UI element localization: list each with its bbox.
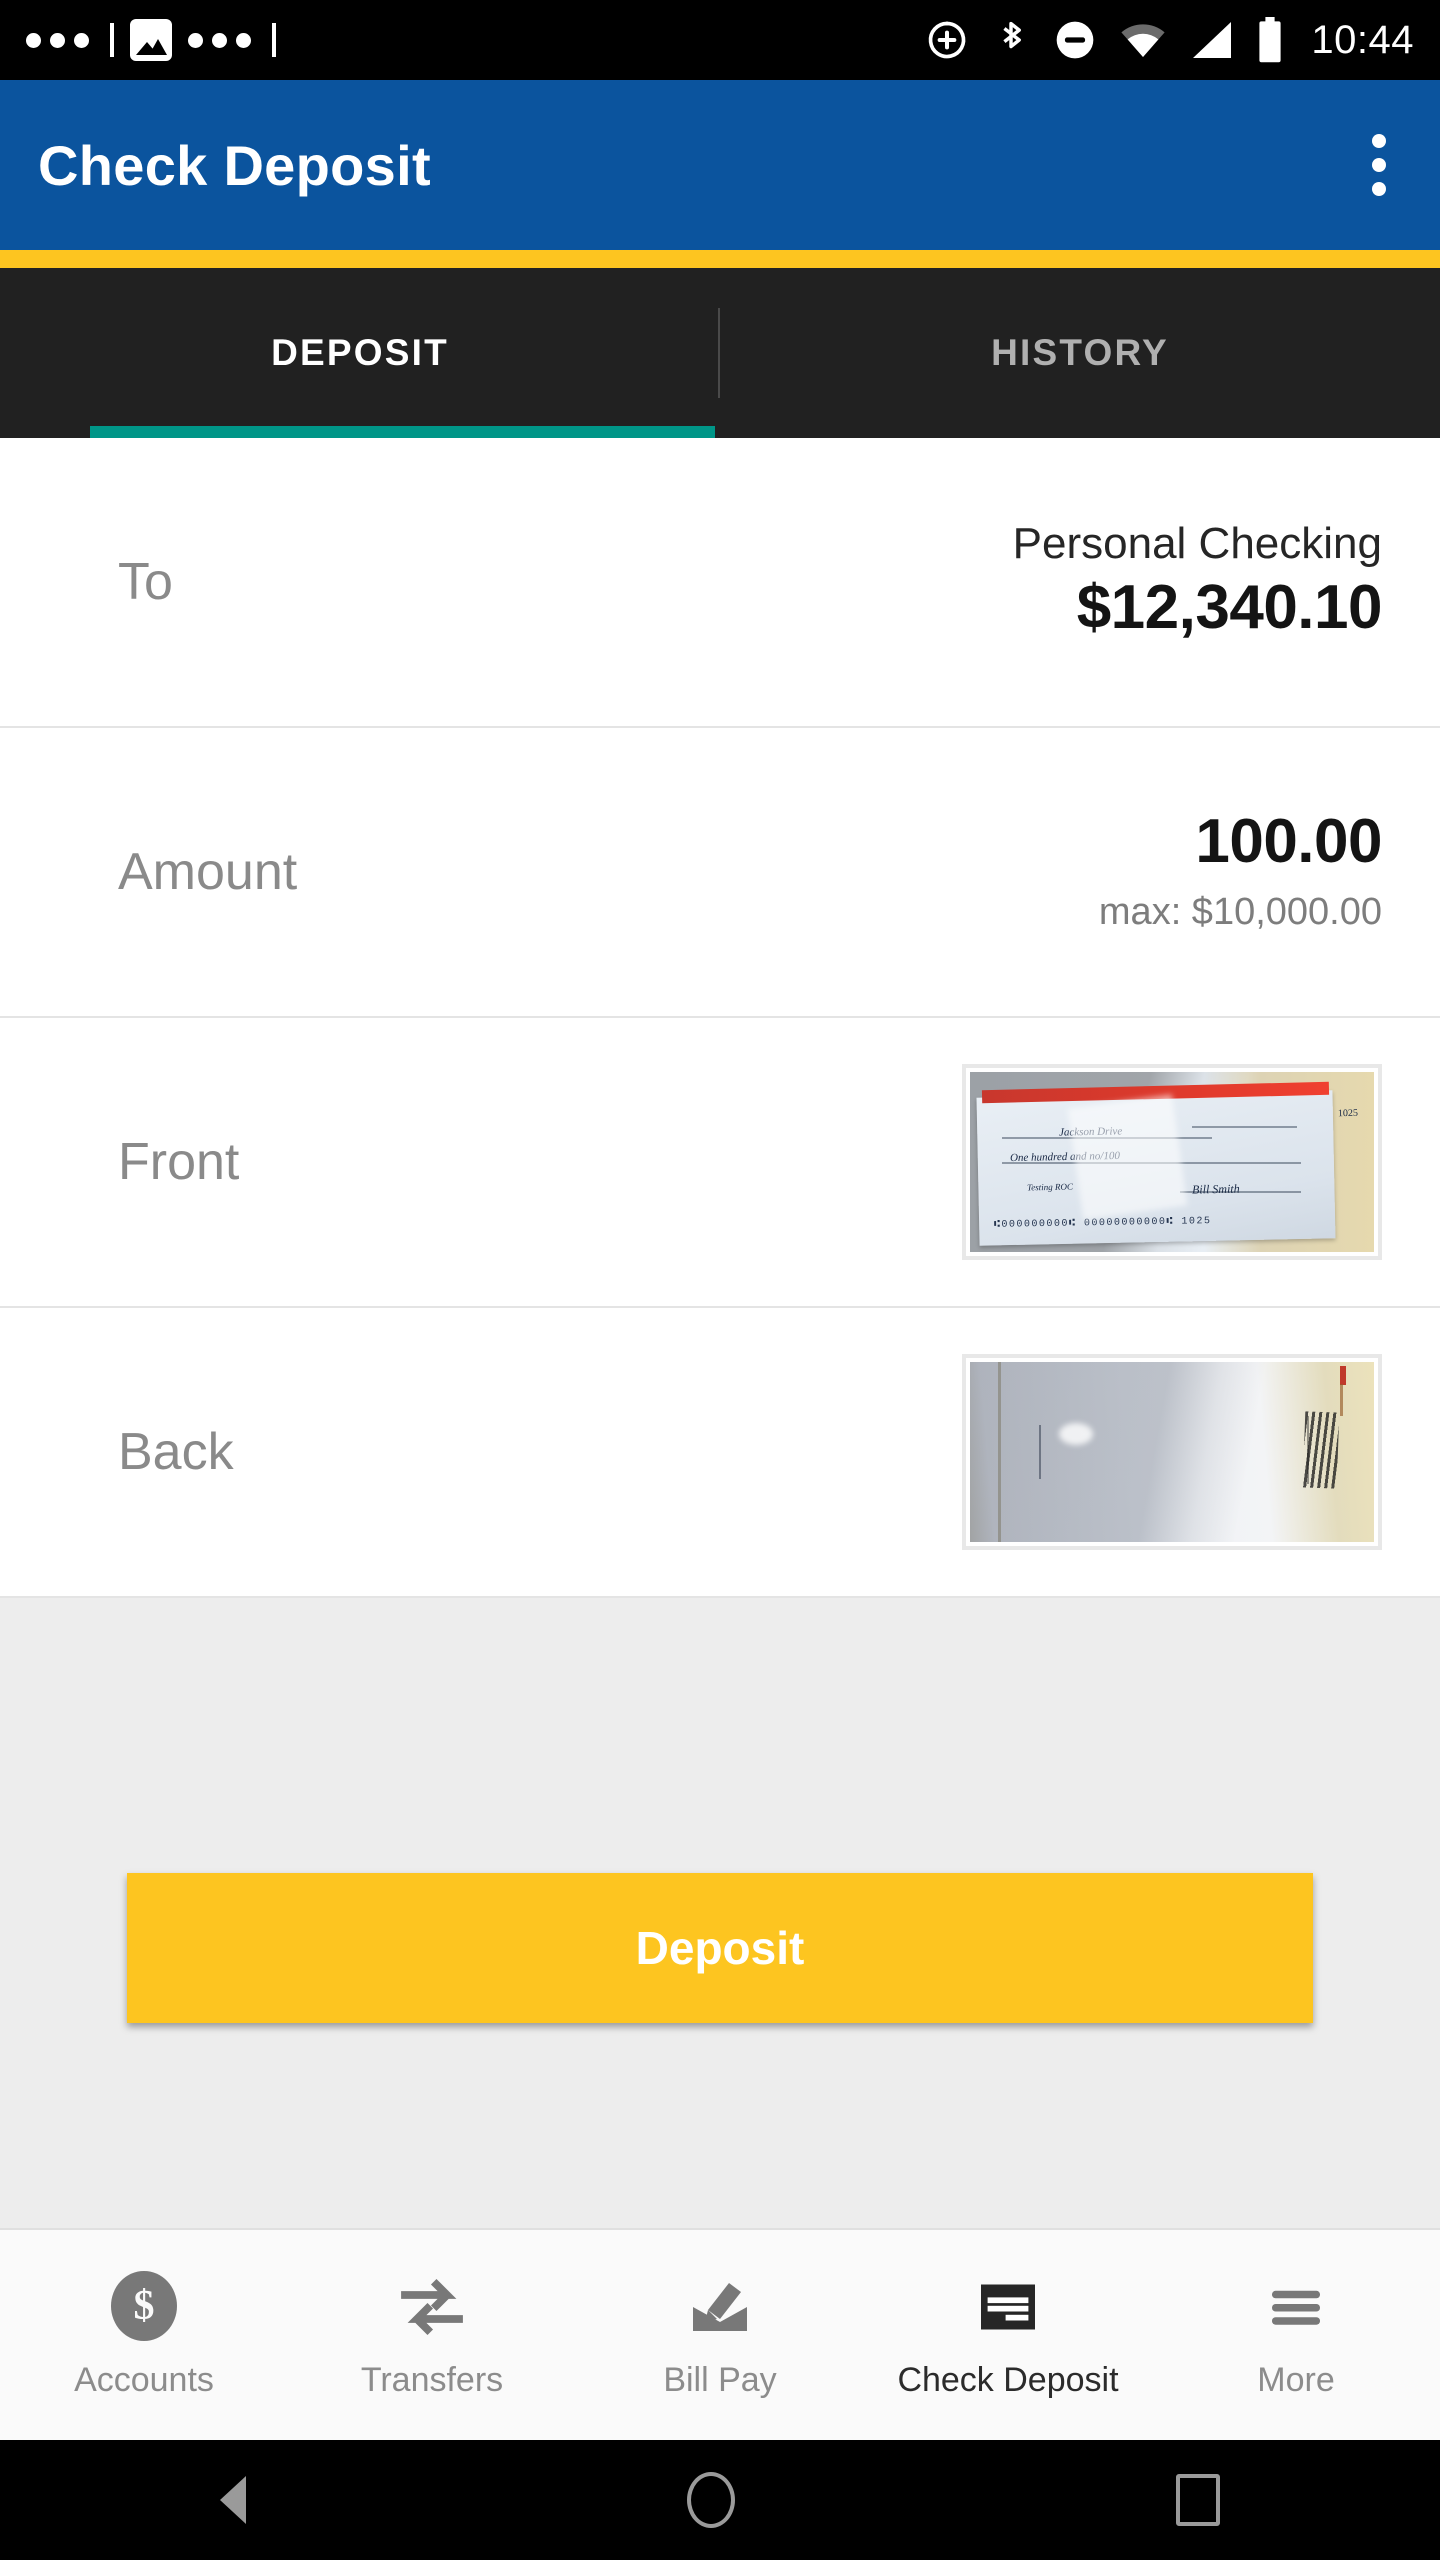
row-to-label: To [118,553,173,611]
status-bar-right: 10:44 [925,17,1414,63]
check-back-photo [970,1362,1374,1542]
nav-item-transfers[interactable]: Transfers [288,2230,576,2440]
check-number: 1025 [1337,1107,1358,1120]
check-signature-ink: Bill Smith [1192,1181,1240,1197]
tab-deposit-label: DEPOSIT [271,332,449,373]
envelope-pen-icon [693,2282,747,2331]
account-name: Personal Checking [1012,519,1382,569]
row-front-label: Front [118,1133,240,1191]
row-back-label: Back [118,1423,234,1481]
screenshot-image-icon [130,19,172,61]
check-line [1192,1126,1298,1128]
app-bar: Check Deposit [0,80,1440,250]
hamburger-menu-icon [1272,2290,1320,2325]
check-red-line [1340,1383,1344,1416]
nav-item-more[interactable]: More [1152,2230,1440,2440]
action-area: Deposit [0,1598,1440,2228]
row-back[interactable]: Back [0,1308,1440,1598]
overflow-dot [1372,134,1386,148]
overflow-menu-button[interactable] [1356,122,1402,208]
check-back-mark [1038,1425,1041,1479]
row-back-value [962,1354,1382,1550]
account-balance: $12,340.10 [1076,573,1383,643]
nav-item-accounts-label: Accounts [74,2360,214,2399]
status-bar-left [26,19,276,61]
wifi-icon [1121,24,1165,57]
amount-input-value[interactable]: 100.00 [1195,805,1382,879]
amount-max-hint: max: $10,000.00 [1098,890,1382,933]
nav-item-bill-pay[interactable]: Bill Pay [576,2230,864,2440]
battery-icon [1259,17,1281,63]
check-red-mark [1339,1365,1346,1386]
row-amount[interactable]: Amount 100.00 max: $10,000.00 [0,728,1440,1018]
overflow-dot [1372,158,1386,172]
status-bar-clock: 10:44 [1311,17,1414,62]
check-edge [998,1362,1002,1542]
check-front-image: Jackson Drive One hundred and no/100 Bil… [970,1072,1374,1252]
do-not-disturb-icon [1057,21,1094,59]
nav-item-check-deposit-label: Check Deposit [897,2360,1119,2399]
row-amount-value: 100.00 max: $10,000.00 [1098,805,1383,939]
tab-bar: DEPOSIT HISTORY [0,268,1440,438]
tab-history-label: HISTORY [991,332,1169,373]
row-to-value: Personal Checking $12,340.10 [1012,518,1383,646]
cellular-signal-icon [1193,22,1232,58]
deposit-button[interactable]: Deposit [127,1873,1313,2023]
status-bar: 10:44 [0,0,1440,80]
phone-screen: 10:44 Check Deposit DEPOSIT HISTORY To P… [0,0,1440,2560]
deposit-form: To Personal Checking $12,340.10 Amount 1… [0,438,1440,1598]
photo-highlight [1058,1423,1093,1446]
check-lines-icon [981,2284,1035,2329]
nav-item-bill-pay-label: Bill Pay [663,2360,777,2399]
notification-divider-icon-2 [272,23,276,57]
check-back-thumbnail[interactable] [962,1354,1382,1550]
row-front-value: Jackson Drive One hundred and no/100 Bil… [962,1064,1382,1260]
notification-dots-icon-2 [188,32,251,48]
photo-highlight [1067,1094,1188,1220]
nav-item-transfers-label: Transfers [360,2360,504,2399]
bluetooth-icon [1003,21,1022,49]
tab-history[interactable]: HISTORY [720,268,1440,438]
tab-divider [718,308,720,398]
row-to[interactable]: To Personal Checking $12,340.10 [0,438,1440,728]
cast-icon [929,21,966,59]
transfer-arrows-icon [401,2278,463,2335]
tab-deposit[interactable]: DEPOSIT [0,268,720,438]
nav-item-more-label: More [1257,2360,1335,2399]
nav-item-accounts[interactable]: $ Accounts [0,2230,288,2440]
check-memo-ink: Testing ROC [1026,1181,1073,1193]
check-back-image [970,1362,1374,1542]
bottom-navigation: $ Accounts Transfers Bill Pay Check Depo… [0,2228,1440,2440]
accent-bar [0,250,1440,268]
android-navigation-bar [0,2440,1440,2560]
notification-dots-icon [26,32,89,48]
row-amount-label: Amount [118,843,298,901]
back-triangle-icon[interactable] [220,2476,247,2524]
check-front-photo: Jackson Drive One hundred and no/100 Bil… [970,1072,1374,1252]
notification-divider-icon [110,23,114,57]
check-front-thumbnail[interactable]: Jackson Drive One hundred and no/100 Bil… [962,1064,1382,1260]
row-front[interactable]: Front Jackson Drive One hundred and no/1… [0,1018,1440,1308]
home-circle-icon[interactable] [686,2472,735,2528]
recents-square-icon[interactable] [1175,2474,1220,2526]
overflow-dot [1372,182,1386,196]
endorsement-signature [1302,1411,1339,1489]
tab-active-indicator [90,426,715,438]
nav-item-check-deposit[interactable]: Check Deposit [864,2230,1152,2440]
dollar-circle-icon: $ [108,2270,180,2343]
page-title: Check Deposit [38,133,431,197]
